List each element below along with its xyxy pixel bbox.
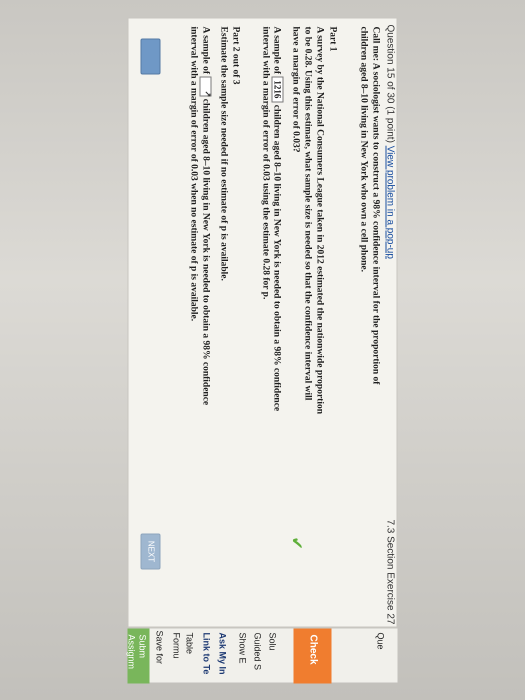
part1-answer-line: A sample of 1216 children aged 8–10 livi… [271,26,284,412]
tools-sidebar: Que Check Solu Guided S Show E Ask My In… [126,627,398,684]
part2-answer-suffix-1: children aged 8–10 living in New York is… [200,98,211,406]
submit-label-line-2: Assignm [126,634,137,670]
question-number: Question 15 of 30 (1 point) View problem… [385,25,396,259]
link-to-text-link[interactable]: Link to Te [202,629,212,684]
part2-title: Part 2 out of 3 [230,26,241,85]
part2-line-1: Estimate the sample size needed if no es… [218,26,229,281]
next-button[interactable]: NEXT [140,533,161,570]
view-popup-link[interactable]: View problem in a pop-up [385,146,396,259]
solution-link[interactable]: Solu [268,629,278,684]
table-link[interactable]: Table [185,629,195,684]
formula-link[interactable]: Formu [172,629,182,684]
question-header: Question 15 of 30 (1 point) View problem… [384,19,397,629]
part2-answer-suffix-2: interval with a margin of error of 0.03 … [188,26,199,322]
part1-title: Part 1 [327,26,338,52]
part1-answer-suffix-2: interval with a margin of error of 0.03 … [260,26,271,300]
submit-assignment-button[interactable]: Subm Assignm [126,628,150,684]
section-title: 7.3 Section Exercise 27 [384,519,396,625]
save-for-later-link[interactable]: Save for [155,627,165,682]
check-answer-button[interactable]: Check [293,628,332,684]
correct-checkmark-icon: ✔ [287,536,307,550]
part2-answer-prefix: A sample of [200,26,211,75]
intro-line-2: children aged 8–10 living in New York wh… [358,26,369,272]
part1-answer-suffix-1: children aged 8–10 living in New York is… [271,104,282,412]
part2-answer-input[interactable] [199,76,212,97]
question-panel: Question 15 of 30 (1 point) View problem… [126,17,398,684]
intro-line-1: Call me: A sociologist wants to construc… [370,26,381,385]
part2-answer-line: A sample of children aged 8–10 living in… [199,26,212,406]
question-number-text: Question 15 of 30 (1 point) [384,24,396,143]
part1-line-2: to be 0.28. Using this estimate, what sa… [302,26,313,401]
part1-answer-input[interactable]: 1216 [271,76,284,103]
previous-button[interactable] [140,38,161,75]
guided-solution-link[interactable]: Guided S [253,629,263,684]
show-example-link[interactable]: Show E [238,629,248,684]
part1-line-1: A survey by the National Consumers Leagu… [314,26,325,415]
part1-line-3: have a margin of error of 0.03? [290,26,301,153]
question-document: Question 15 of 30 (1 point) View problem… [127,17,398,629]
submit-label-line-1: Subm [137,634,148,659]
ask-instructor-link[interactable]: Ask My In [218,629,228,684]
screenshot-stage: Question 15 of 30 (1 point) View problem… [0,0,525,700]
part1-answer-prefix: A sample of [271,26,282,75]
sidebar-top-label: Que [375,632,386,650]
